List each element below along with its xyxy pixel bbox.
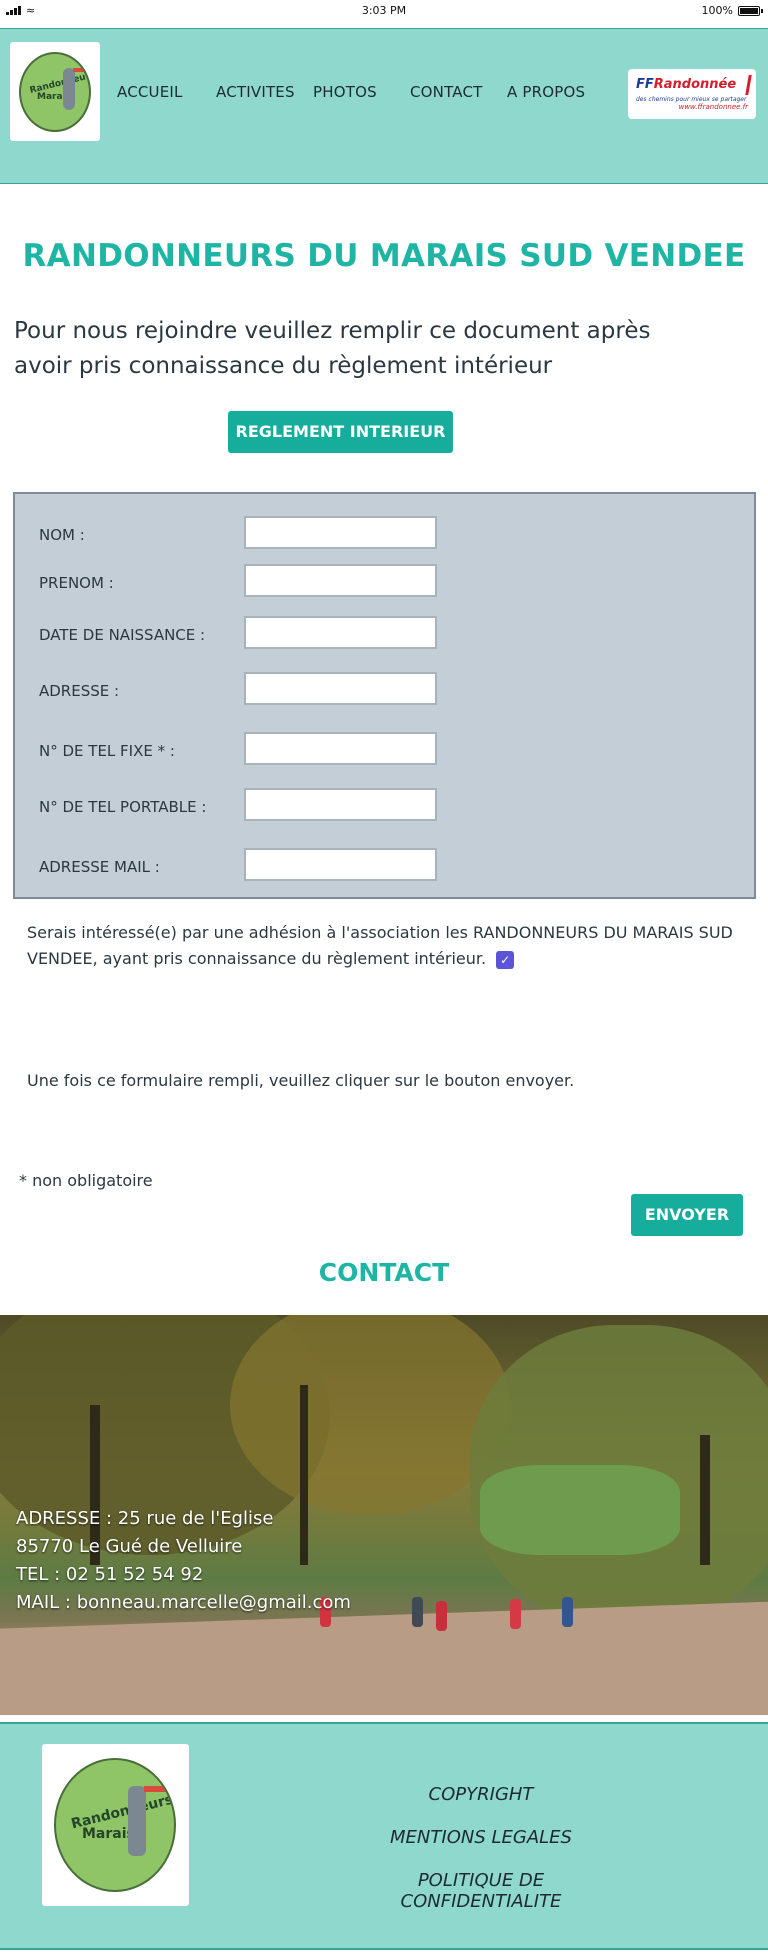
contact-details: ADRESSE : 25 rue de l'Eglise 85770 Le Gu… <box>16 1505 351 1617</box>
ff-logo-url: www.ffrandonnee.fr <box>678 103 748 111</box>
hiker-icon <box>740 75 752 95</box>
tel-portable-input[interactable] <box>244 788 437 821</box>
heron-icon <box>63 68 75 110</box>
nav-photos[interactable]: PHOTOS <box>313 83 377 101</box>
footer-link-mentions-legales[interactable]: MENTIONS LEGALES <box>340 1827 622 1848</box>
contact-email[interactable]: MAIL : bonneau.marcelle@gmail.com <box>16 1589 351 1617</box>
contact-address-line1: ADRESSE : 25 rue de l'Eglise <box>16 1508 274 1529</box>
form-instructions: Une fois ce formulaire rempli, veuillez … <box>27 1071 575 1090</box>
photo-ground <box>0 1600 768 1715</box>
nav-activites[interactable]: ACTIVITES <box>216 83 295 101</box>
footer-link-politique-confidentialite[interactable]: POLITIQUE DE CONFIDENTIALITE <box>340 1870 622 1912</box>
battery-icon <box>738 5 763 16</box>
battery-percent: 100% <box>701 4 733 17</box>
walker-figure <box>562 1597 573 1627</box>
label-tel-fixe: N° DE TEL FIXE * : <box>39 742 175 760</box>
status-bar: ≈ 3:03 PM 100% <box>0 0 768 22</box>
reglement-interieur-button[interactable]: REGLEMENT INTERIEUR <box>228 411 453 453</box>
walker-figure <box>510 1599 521 1629</box>
contact-photo: ADRESSE : 25 rue de l'Eglise 85770 Le Gu… <box>0 1315 768 1715</box>
heron-beak-icon <box>73 68 87 72</box>
nom-input[interactable] <box>244 516 437 549</box>
logo-emblem: Randonneurs Marais <box>54 1758 176 1892</box>
envoyer-button[interactable]: ENVOYER <box>631 1194 743 1236</box>
photo-trunk <box>700 1435 710 1565</box>
site-header: Randonneurs Marais ACCUEIL ACTIVITES PHO… <box>0 28 768 184</box>
footer-logo[interactable]: Randonneurs Marais <box>42 1744 189 1906</box>
optional-field-note: * non obligatoire <box>19 1171 153 1190</box>
nav-a-propos[interactable]: A PROPOS <box>507 83 585 101</box>
prenom-input[interactable] <box>244 564 437 597</box>
label-prenom: PRENOM : <box>39 574 114 592</box>
contact-address-line2: 85770 Le Gué de Velluire <box>16 1536 243 1557</box>
page-title: RANDONNEURS DU MARAIS SUD VENDEE <box>22 238 746 274</box>
footer-link-copyright[interactable]: COPYRIGHT <box>340 1784 622 1805</box>
status-time: 3:03 PM <box>361 4 407 17</box>
contact-phone: TEL : 02 51 52 54 92 <box>16 1564 204 1585</box>
photo-field <box>480 1465 680 1555</box>
ffrandonnee-logo[interactable]: FFRandonnée des chemins pour mieux se pa… <box>628 69 756 119</box>
heron-icon <box>128 1786 146 1856</box>
status-right: 100% <box>701 4 763 17</box>
label-nom: NOM : <box>39 526 85 544</box>
heron-beak-icon <box>144 1786 168 1792</box>
site-logo[interactable]: Randonneurs Marais <box>10 42 100 141</box>
consent-text: Serais intéressé(e) par une adhésion à l… <box>27 923 733 968</box>
site-footer: Randonneurs Marais COPYRIGHT MENTIONS LE… <box>0 1722 768 1950</box>
label-adresse-mail: ADRESSE MAIL : <box>39 858 160 876</box>
adresse-input[interactable] <box>244 672 437 705</box>
date-naissance-input[interactable] <box>244 616 437 649</box>
consent-row: Serais intéressé(e) par une adhésion à l… <box>27 920 747 972</box>
ff-logo-tagline: des chemins pour mieux se partager <box>636 96 747 103</box>
logo-emblem: Randonneurs Marais <box>19 52 91 132</box>
label-tel-portable: N° DE TEL PORTABLE : <box>39 798 207 816</box>
tel-fixe-input[interactable] <box>244 732 437 765</box>
nav-accueil[interactable]: ACCUEIL <box>117 83 183 101</box>
label-date-naissance: DATE DE NAISSANCE : <box>39 626 206 644</box>
walker-figure <box>412 1597 423 1627</box>
adresse-mail-input[interactable] <box>244 848 437 881</box>
intro-text: Pour nous rejoindre veuillez remplir ce … <box>14 318 651 379</box>
consent-checkbox[interactable]: ✓ <box>496 950 515 969</box>
nav-contact[interactable]: CONTACT <box>410 83 483 101</box>
membership-form: NOM : PRENOM : DATE DE NAISSANCE : ADRES… <box>13 492 756 899</box>
walker-figure <box>436 1601 447 1631</box>
contact-heading: CONTACT <box>318 1258 450 1287</box>
logo-text-line2: Marais <box>82 1826 135 1842</box>
label-adresse: ADRESSE : <box>39 682 120 700</box>
ff-logo-brand: FFRandonnée <box>636 77 737 92</box>
